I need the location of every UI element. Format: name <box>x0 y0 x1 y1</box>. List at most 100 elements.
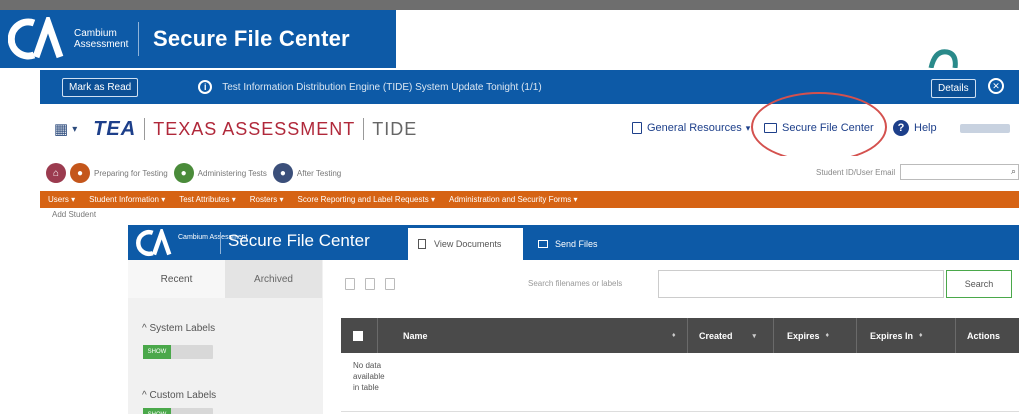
outer-brand: Cambium Assessment <box>74 28 129 50</box>
mark-as-read-button[interactable]: Mark as Read <box>62 77 139 97</box>
search-placeholder: Search filenames or labels <box>528 279 623 288</box>
delete-icon[interactable] <box>385 278 395 290</box>
inner-page-title: Secure File Center <box>228 231 370 250</box>
custom-labels-header[interactable]: ^ Custom Labels <box>142 390 216 401</box>
step-administering[interactable]: Administering Tests <box>198 169 267 178</box>
user-menu[interactable] <box>960 124 1010 133</box>
app-grid-icon[interactable]: ▦ <box>54 120 68 138</box>
outer-header-blank <box>396 10 1019 68</box>
search-button[interactable]: Search <box>946 270 1012 298</box>
details-button[interactable]: Details <box>931 79 976 98</box>
column-divider <box>377 318 378 353</box>
sidebar-tabs: Recent Archived <box>128 260 323 298</box>
column-name[interactable]: Name <box>403 318 428 353</box>
column-expires-label: Expires <box>787 330 820 341</box>
nav-student-information[interactable]: Student Information ▾ <box>89 195 165 204</box>
sort-icon: ♦ <box>825 332 830 339</box>
tab-send-files-label: Send Files <box>555 239 598 249</box>
help-icon: ? <box>893 120 909 136</box>
chevron-down-icon[interactable]: ▾ <box>72 124 77 135</box>
tab-send-files[interactable]: Send Files <box>528 228 598 260</box>
show-indicator: SHOW <box>143 408 171 414</box>
nav-rosters[interactable]: Rosters ▾ <box>250 195 284 204</box>
tide-label: TIDE <box>372 118 418 139</box>
custom-labels-toggle[interactable]: SHOW <box>143 408 213 414</box>
administering-step-icon[interactable]: ● <box>173 163 194 183</box>
column-created[interactable]: Created ▾ <box>699 318 756 353</box>
step-after[interactable]: After Testing <box>297 169 341 178</box>
nav-score-reporting-label: Score Reporting and Label Requests <box>297 195 429 204</box>
search-input[interactable] <box>658 270 944 298</box>
home-icon[interactable]: ⌂ <box>46 163 66 183</box>
nav-rosters-label: Rosters <box>249 195 278 204</box>
outer-sfc-header: Cambium Assessment Secure File Center <box>0 10 396 68</box>
nav-users[interactable]: Users ▾ <box>48 195 75 204</box>
column-divider <box>773 318 774 353</box>
send-icon <box>538 240 548 248</box>
help-label: Help <box>914 122 937 134</box>
sort-icon[interactable]: ♦ <box>666 318 676 353</box>
column-expires[interactable]: Expires ♦ <box>787 318 829 353</box>
column-divider <box>687 318 688 353</box>
nav-administration-forms[interactable]: Administration and Security Forms ▾ <box>449 195 578 204</box>
cambium-logo-icon <box>8 17 64 60</box>
nav-users-label: Users <box>48 195 69 204</box>
column-expires-in[interactable]: Expires In ♦ <box>870 318 923 353</box>
nav-submenu-add-student[interactable]: Add Student <box>52 210 96 219</box>
tab-view-documents[interactable]: View Documents <box>408 228 523 260</box>
student-search-input[interactable]: ⌕ <box>900 164 1019 180</box>
swirl-logo-icon <box>928 49 958 68</box>
system-labels-header[interactable]: ^ System Labels <box>142 323 215 334</box>
document-icon <box>418 239 426 249</box>
tab-view-documents-label: View Documents <box>434 239 502 249</box>
close-notice-icon[interactable]: ✕ <box>988 78 1004 94</box>
column-actions: Actions <box>967 318 1000 353</box>
outer-page-title: Secure File Center <box>153 26 350 51</box>
sort-icon: ♦ <box>919 332 923 339</box>
column-expires-in-label: Expires In <box>870 330 914 341</box>
general-resources-label: General Resources <box>647 122 742 134</box>
after-step-icon[interactable]: ● <box>272 163 293 183</box>
column-divider <box>955 318 956 353</box>
tea-divider <box>144 118 146 140</box>
step-preparing[interactable]: Preparing for Testing <box>94 169 168 178</box>
highlight-oval <box>751 92 887 162</box>
tab-recent[interactable]: Recent <box>128 260 225 298</box>
tea-logo: TEA <box>93 117 137 140</box>
nav-administration-forms-label: Administration and Security Forms <box>448 195 572 204</box>
system-labels-label: System Labels <box>149 323 216 334</box>
sort-desc-icon: ▾ <box>752 332 757 340</box>
table-bottom-border <box>341 411 1019 412</box>
preparing-step-icon[interactable]: ● <box>70 163 90 183</box>
system-notice-bar: Mark as Read i Test Information Distribu… <box>40 70 1019 104</box>
notice-message: Test Information Distribution Engine (TI… <box>222 81 542 93</box>
document-icon <box>632 122 642 134</box>
texas-assessment-logo: TEXAS ASSESSMENT <box>153 118 356 139</box>
nav-test-attributes-label: Test Attributes <box>179 195 230 204</box>
column-created-label: Created <box>699 330 733 341</box>
tab-archived[interactable]: Archived <box>225 260 322 298</box>
system-labels-toggle[interactable]: SHOW <box>143 345 213 359</box>
screenshot-root: Cambium Assessment Secure File Center Ma… <box>0 0 1019 414</box>
documents-panel: Search filenames or labels Search Name ♦… <box>323 260 1019 414</box>
student-search-label: Student ID/User Email <box>816 168 896 177</box>
main-nav: Users ▾ Student Information ▾ Test Attri… <box>40 191 1019 208</box>
cambium-logo-icon <box>136 229 172 256</box>
search-icon[interactable]: ⌕ <box>1011 166 1016 177</box>
nav-test-attributes[interactable]: Test Attributes ▾ <box>179 195 236 204</box>
general-resources-link[interactable]: General Resources ▾ <box>632 122 750 134</box>
chevron-up-icon: ^ <box>142 323 147 334</box>
inner-sfc-header: Cambium Assessment Secure File Center Vi… <box>128 225 1019 260</box>
custom-labels-label: Custom Labels <box>149 390 217 401</box>
show-indicator: SHOW <box>143 345 171 359</box>
column-divider <box>856 318 857 353</box>
column-name-label: Name <box>403 330 428 341</box>
archive-icon[interactable] <box>365 278 375 290</box>
help-link[interactable]: ? Help <box>893 120 937 136</box>
tag-icon[interactable] <box>345 278 355 290</box>
tide-divider <box>363 118 365 140</box>
inner-divider <box>220 232 221 254</box>
select-all-checkbox[interactable] <box>353 331 363 341</box>
labels-sidebar: Recent Archived ^ System Labels SHOW ^ C… <box>128 260 323 414</box>
nav-score-reporting[interactable]: Score Reporting and Label Requests ▾ <box>298 195 435 204</box>
